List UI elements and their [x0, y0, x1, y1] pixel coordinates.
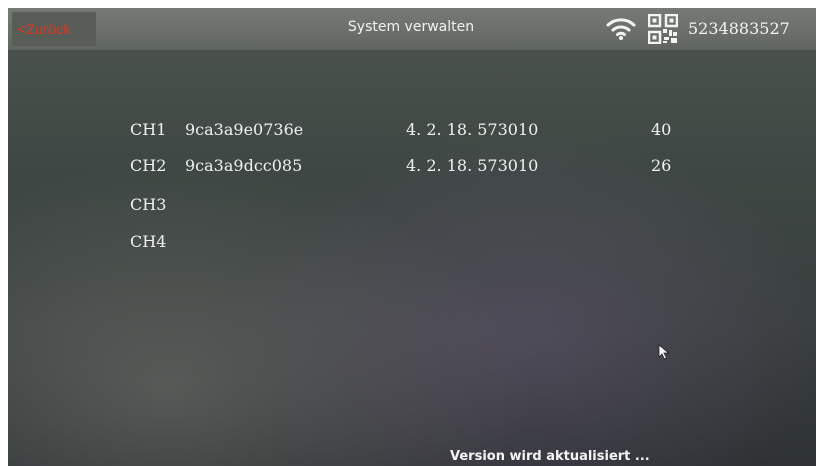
top-bar: <Zurück System verwalten 5234883527: [8, 8, 816, 50]
channel-value: 40: [651, 120, 672, 139]
qr-code-icon[interactable]: [648, 14, 678, 44]
channel-name: CH1: [130, 120, 167, 139]
wifi-icon: [606, 18, 636, 40]
channel-mac: 9ca3a9e0736e: [185, 120, 304, 139]
channel-name: CH2: [130, 156, 167, 175]
channel-row-ch4: CH4: [8, 232, 816, 262]
back-button[interactable]: <Zurück: [12, 12, 96, 46]
channel-name: CH4: [130, 232, 167, 251]
screen: <Zurück System verwalten 5234883527 CH1 …: [8, 8, 816, 466]
channel-mac: 9ca3a9dcc085: [185, 156, 303, 175]
channel-row-ch1: CH1 9ca3a9e0736e 4. 2. 18. 573010 40: [8, 120, 816, 150]
channel-version: 4. 2. 18. 573010: [406, 120, 539, 139]
channel-version: 4. 2. 18. 573010: [406, 156, 539, 175]
channel-value: 26: [651, 156, 672, 175]
status-message: Version wird aktualisiert ...: [450, 449, 650, 464]
back-button-label: <Zurück: [18, 21, 72, 37]
page-title: System verwalten: [347, 19, 475, 35]
mouse-pointer-icon: [658, 344, 670, 360]
device-id: 5234883527: [688, 19, 790, 38]
channel-row-ch3: CH3: [8, 195, 816, 225]
channel-row-ch2: CH2 9ca3a9dcc085 4. 2. 18. 573010 26: [8, 156, 816, 186]
channel-name: CH3: [130, 195, 167, 214]
